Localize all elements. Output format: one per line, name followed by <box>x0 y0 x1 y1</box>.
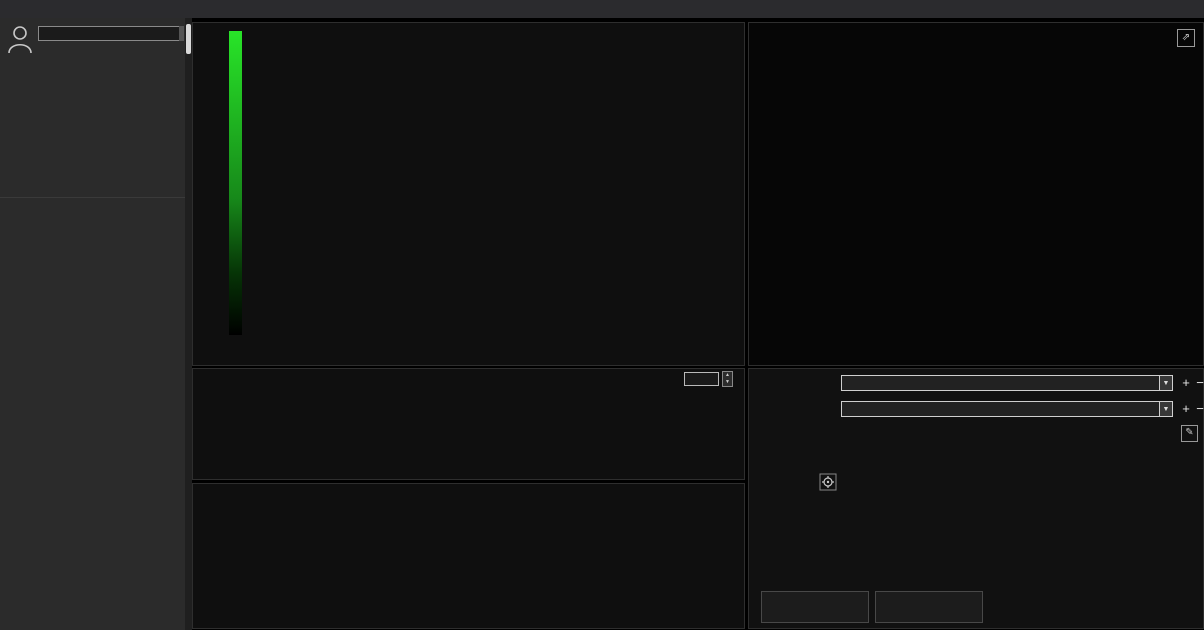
color-scale-gradient <box>229 31 242 335</box>
manufacturer-remove-button[interactable]: − <box>1193 376 1204 390</box>
manufacturer-add-button[interactable]: + <box>1179 376 1193 390</box>
lens-select[interactable]: ▼ <box>841 401 1173 417</box>
fluorescein-simulation-map[interactable] <box>749 23 1203 365</box>
spin-up-icon[interactable]: ▲ <box>723 372 732 379</box>
eyespace-settings-icon[interactable] <box>819 473 837 491</box>
manufacturer-select[interactable]: ▼ <box>841 375 1173 391</box>
edit-icon[interactable]: ✎ <box>1181 425 1198 442</box>
sagittal-difference-map[interactable] <box>349 28 681 360</box>
chevron-down-icon[interactable]: ▼ <box>1159 402 1172 416</box>
sidebar <box>0 18 185 630</box>
sidebar-scrollbar[interactable] <box>185 18 192 630</box>
manufacturer-recommendation-button[interactable] <box>875 591 983 623</box>
export-icon[interactable]: ⇗ <box>1177 29 1195 47</box>
lens-parameters-panel: ▼ + − ▼ + − ✎ <box>748 368 1204 629</box>
sidebar-menu <box>0 197 185 198</box>
color-scale <box>197 31 242 335</box>
clearance-profile-chart <box>194 499 743 627</box>
exam-selector[interactable] <box>38 26 183 41</box>
sagittal-height-chart <box>194 383 743 479</box>
sagittal-height-panel: ▲▼ <box>192 368 745 480</box>
color-scale-steps <box>197 31 227 335</box>
patient-icon <box>6 24 34 54</box>
exam-selector-scrollbar[interactable] <box>179 26 184 41</box>
menu-bar <box>0 0 1204 18</box>
chevron-down-icon[interactable]: ▼ <box>1159 376 1172 390</box>
scansys-recommendation-button[interactable] <box>761 591 869 623</box>
sidebar-scrollbar-thumb[interactable] <box>186 24 191 54</box>
topography-panel <box>192 22 745 366</box>
lens-remove-button[interactable]: − <box>1193 402 1204 416</box>
fluorescein-map-panel: ⇗ <box>748 22 1204 366</box>
clearance-profile-panel <box>192 483 745 629</box>
lens-add-button[interactable]: + <box>1179 402 1193 416</box>
